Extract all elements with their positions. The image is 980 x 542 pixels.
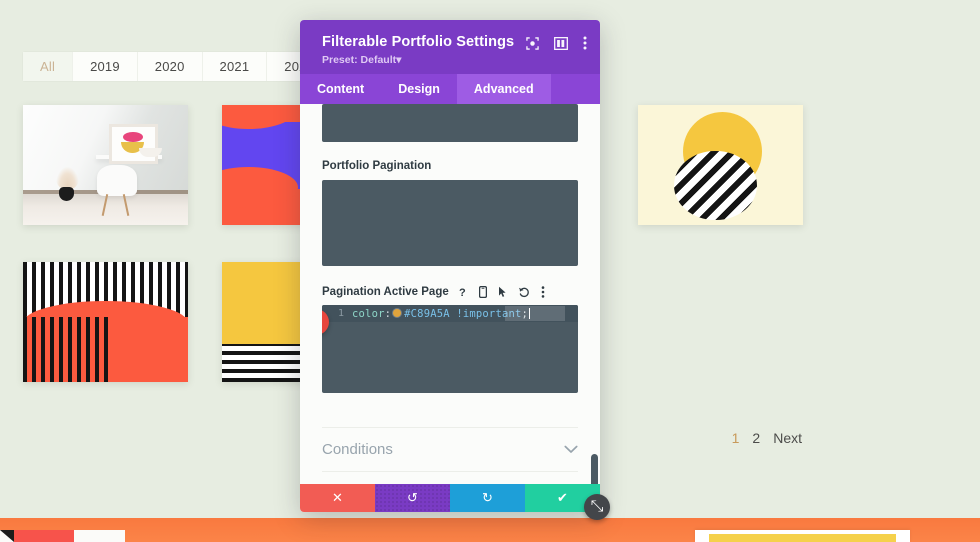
custom-css-code-editor[interactable]: 1 1 color:#C89A5A !important; xyxy=(322,305,578,393)
css-colon: : xyxy=(385,308,392,320)
preset-caret-icon: ▾ xyxy=(396,54,401,66)
portfolio-pagination: 1 2 Next xyxy=(732,430,802,446)
modal-header-icons xyxy=(526,36,587,50)
portfolio-tile-wavy-stripes[interactable] xyxy=(23,262,188,382)
portfolio-tile-interior-photo[interactable] xyxy=(23,105,188,225)
split-pane-icon[interactable] xyxy=(554,37,568,50)
help-icon[interactable]: ? xyxy=(459,286,468,298)
tile-artwork xyxy=(23,105,188,225)
pagination-next[interactable]: Next xyxy=(773,430,802,446)
footer-card-left[interactable] xyxy=(0,530,125,542)
tab-advanced[interactable]: Advanced xyxy=(457,74,551,104)
modal-preset-selector[interactable]: Preset: Default▾ xyxy=(322,54,584,66)
mobile-device-icon[interactable] xyxy=(479,286,487,298)
more-vertical-icon[interactable] xyxy=(583,36,587,50)
filter-item-all[interactable]: All xyxy=(23,52,73,81)
footer-card-right[interactable] xyxy=(695,530,910,542)
code-line-content: color:#C89A5A !important; xyxy=(352,308,530,320)
modal-action-bar: ✕ ↺ ↻ ✔ xyxy=(300,484,600,512)
accordion-conditions[interactable]: Conditions xyxy=(322,427,578,471)
focus-target-icon[interactable] xyxy=(526,37,539,50)
portfolio-filter-bar: All 2019 2020 2021 2022 xyxy=(23,52,331,81)
redo-button[interactable]: ↻ xyxy=(450,484,525,512)
color-swatch-icon[interactable] xyxy=(393,309,401,317)
chevron-down-icon xyxy=(564,441,578,459)
tab-content[interactable]: Content xyxy=(300,74,381,104)
modal-body: Portfolio Pagination Pagination Active P… xyxy=(300,104,600,484)
tile-artwork xyxy=(23,262,188,382)
field-toolbar-icons: ? xyxy=(459,286,545,298)
field-input-top[interactable] xyxy=(322,104,578,142)
filter-item-2019[interactable]: 2019 xyxy=(73,52,138,81)
filter-item-2021[interactable]: 2021 xyxy=(203,52,268,81)
pagination-page-2[interactable]: 2 xyxy=(752,430,760,446)
label-pagination-active-page: Pagination Active Page xyxy=(322,286,449,298)
code-selection-highlight xyxy=(505,306,565,321)
code-line-1: 1 color:#C89A5A !important; xyxy=(322,305,578,322)
css-property: color xyxy=(352,308,385,320)
modal-scrollbar-thumb[interactable] xyxy=(591,454,598,484)
modal-header: Filterable Portfolio Settings Preset: De… xyxy=(300,20,600,74)
tile-artwork xyxy=(638,105,803,225)
reset-undo-icon[interactable] xyxy=(518,286,530,298)
tab-design[interactable]: Design xyxy=(381,74,457,104)
more-vertical-icon[interactable] xyxy=(541,286,545,298)
field-input-portfolio-pagination[interactable] xyxy=(322,180,578,266)
modal-tabs: Content Design Advanced xyxy=(300,74,600,104)
filter-item-2020[interactable]: 2020 xyxy=(138,52,203,81)
label-portfolio-pagination: Portfolio Pagination xyxy=(322,160,578,172)
css-color-value: #C89A5A xyxy=(404,308,450,320)
label-row-pagination-active-page: Pagination Active Page ? xyxy=(322,286,578,298)
portfolio-tile-yellow-sun[interactable] xyxy=(638,105,803,225)
undo-button[interactable]: ↺ xyxy=(375,484,450,512)
accordion-conditions-label: Conditions xyxy=(322,441,393,458)
preset-label: Preset: Default xyxy=(322,54,396,66)
cancel-button[interactable]: ✕ xyxy=(300,484,375,512)
cursor-pointer-icon[interactable] xyxy=(498,286,507,298)
page-root: All 2019 2020 2021 2022 xyxy=(0,0,980,542)
modal-resize-handle[interactable]: ⤡ xyxy=(584,494,610,520)
svg-text:?: ? xyxy=(459,287,466,298)
accordion-visibility[interactable]: Visibility xyxy=(322,471,578,484)
code-gutter-line-number: 1 xyxy=(326,308,352,319)
pagination-page-1[interactable]: 1 xyxy=(732,430,740,446)
filterable-portfolio-settings-modal: Filterable Portfolio Settings Preset: De… xyxy=(300,20,600,512)
